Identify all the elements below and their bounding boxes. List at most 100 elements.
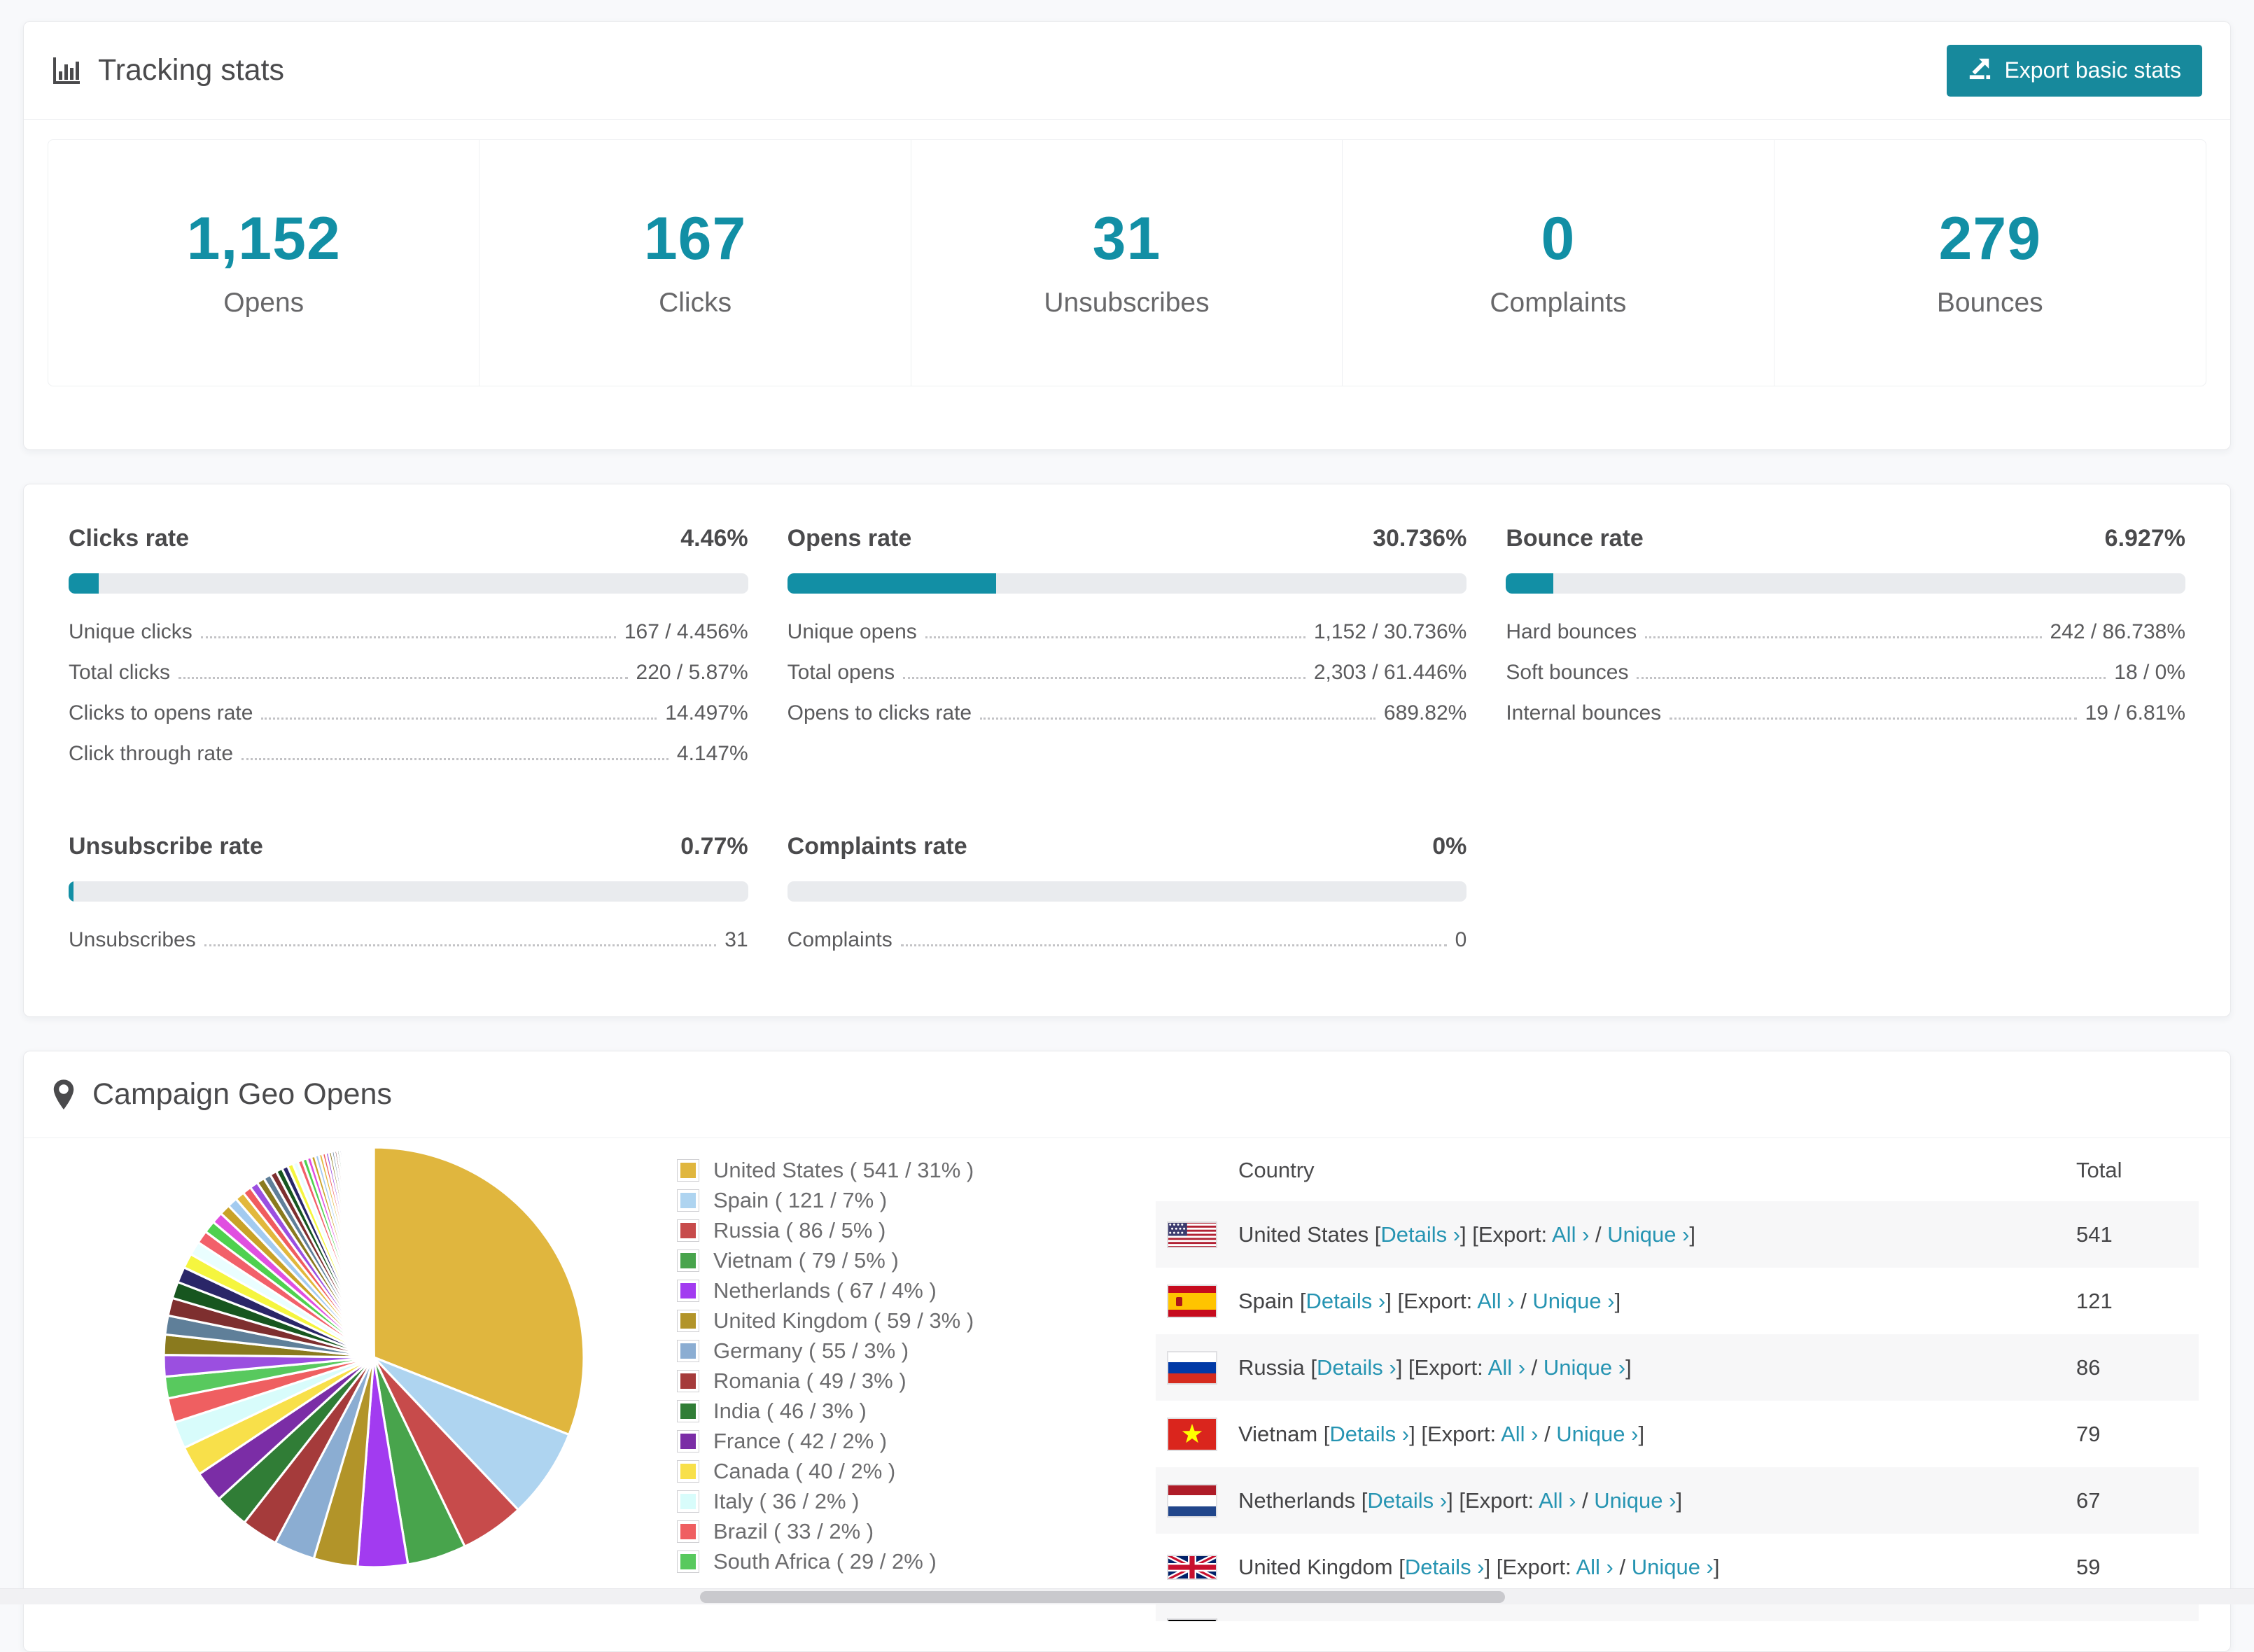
dotted-leader	[901, 944, 1447, 946]
stat-label: Clicks	[479, 288, 910, 318]
legend-swatch-icon	[677, 1159, 699, 1182]
export-all-link[interactable]: All ›	[1488, 1355, 1525, 1380]
legend-item[interactable]: South Africa ( 29 / 2% )	[677, 1546, 974, 1576]
export-basic-stats-button[interactable]: Export basic stats	[1947, 45, 2202, 97]
rate-row-value: 2,303 / 61.446%	[1314, 661, 1467, 685]
legend-item[interactable]: Spain ( 121 / 7% )	[677, 1185, 974, 1215]
legend-item[interactable]: India ( 46 / 3% )	[677, 1396, 974, 1426]
flag-ru-icon	[1167, 1351, 1217, 1385]
export-all-link[interactable]: All ›	[1501, 1422, 1538, 1446]
country-name: United States	[1238, 1222, 1375, 1247]
rate-row: Clicks to opens rate14.497%	[69, 701, 748, 742]
rate-row: Total clicks220 / 5.87%	[69, 661, 748, 701]
legend-label: Netherlands ( 67 / 4% )	[713, 1278, 937, 1303]
page-title: Tracking stats	[52, 53, 284, 88]
rate-row: Unique opens 1,152 / 30.736%	[788, 620, 1467, 661]
rate-row: Click through rate4.147%	[69, 742, 748, 783]
rate-progress-fill	[69, 881, 74, 902]
legend-item[interactable]: Russia ( 86 / 5% )	[677, 1215, 974, 1245]
rate-row-label: Unique opens	[788, 620, 917, 644]
export-all-link[interactable]: All ›	[1477, 1289, 1514, 1313]
legend-item[interactable]: Italy ( 36 / 2% )	[677, 1486, 974, 1516]
total-cell: 541	[2024, 1201, 2199, 1268]
stat-label: Bounces	[1774, 288, 2206, 318]
legend-item[interactable]: United Kingdom ( 59 / 3% )	[677, 1306, 974, 1336]
tracking-stats-page: Tracking stats Export basic stats 1,152O…	[0, 0, 2254, 1652]
rate-row-label: Click through rate	[69, 742, 233, 766]
rate-value: 0.77%	[680, 833, 748, 860]
rate-rows: Hard bounces242 / 86.738%Soft bounces18 …	[1506, 620, 2185, 742]
legend-item[interactable]: Canada ( 40 / 2% )	[677, 1456, 974, 1486]
geo-table-header-row: CountryTotal	[1156, 1144, 2199, 1201]
legend-item[interactable]: Netherlands ( 67 / 4% )	[677, 1275, 974, 1306]
details-link[interactable]: Details ›	[1306, 1289, 1386, 1313]
export-unique-link[interactable]: Unique ›	[1567, 1621, 1648, 1622]
rate-head: Clicks rate 4.46%	[69, 525, 748, 552]
rate-rows: Unique opens 1,152 / 30.736% Total opens2,…	[788, 620, 1467, 742]
rates-grid: Clicks rate 4.46% Unique clicks167 / 4.456…	[69, 525, 2185, 969]
export-unique-link[interactable]: Unique ›	[1607, 1222, 1689, 1247]
rate-row-value: 242 / 86.738%	[2050, 620, 2186, 644]
legend-item[interactable]: United States ( 541 / 31% )	[677, 1155, 974, 1185]
details-link[interactable]: Details ›	[1340, 1621, 1420, 1622]
export-unique-link[interactable]: Unique ›	[1544, 1355, 1625, 1380]
country-name: Russia	[1238, 1355, 1310, 1380]
summary-stats-body: 1,152Opens167Clicks31Unsubscribes0Compla…	[24, 120, 2230, 449]
rate-row: Unique clicks167 / 4.456%	[69, 620, 748, 661]
export-all-link[interactable]: All ›	[1539, 1488, 1576, 1513]
country-cell: United States [Details ›] [Export: All ›…	[1238, 1201, 2024, 1268]
details-link[interactable]: Details ›	[1367, 1488, 1447, 1513]
geo-pie-chart	[160, 1144, 587, 1651]
details-link[interactable]: Details ›	[1329, 1422, 1409, 1446]
dotted-leader	[241, 758, 668, 760]
details-link[interactable]: Details ›	[1317, 1355, 1396, 1380]
dotted-leader	[204, 944, 717, 946]
stat-value: 1,152	[48, 204, 479, 274]
column-header-total: Total	[2024, 1144, 2199, 1201]
rate-progress-fill	[69, 573, 99, 594]
legend-item[interactable]: Germany ( 55 / 3% )	[677, 1336, 974, 1366]
rate-row-value: 220 / 5.87%	[636, 661, 748, 685]
flag-us-icon	[1167, 1222, 1217, 1248]
details-link[interactable]: Details ›	[1405, 1555, 1485, 1579]
legend-label: Brazil ( 33 / 2% )	[713, 1519, 874, 1544]
rate-title: Clicks rate	[69, 525, 189, 552]
column-header-flag	[1156, 1144, 1238, 1201]
dotted-leader	[903, 677, 1306, 679]
export-all-link[interactable]: All ›	[1511, 1621, 1548, 1622]
summary-stats-grid: 1,152Opens167Clicks31Unsubscribes0Compla…	[48, 139, 2206, 386]
rate-row-value: 1,152 / 30.736%	[1314, 620, 1467, 644]
horizontal-scrollbar-thumb[interactable]	[700, 1591, 1505, 1603]
export-all-link[interactable]: All ›	[1552, 1222, 1589, 1247]
rate-title: Bounce rate	[1506, 525, 1644, 552]
legend-item[interactable]: Romania ( 49 / 3% )	[677, 1366, 974, 1396]
legend-item[interactable]: Brazil ( 33 / 2% )	[677, 1516, 974, 1546]
rate-row: Total opens2,303 / 61.446%	[788, 661, 1467, 701]
legend-label: Spain ( 121 / 7% )	[713, 1188, 887, 1213]
rate-value: 0%	[1432, 833, 1466, 860]
export-unique-link[interactable]: Unique ›	[1632, 1555, 1714, 1579]
legend-swatch-icon	[677, 1219, 699, 1242]
export-unique-link[interactable]: Unique ›	[1556, 1422, 1638, 1446]
details-link[interactable]: Details ›	[1380, 1222, 1460, 1247]
legend-label: Italy ( 36 / 2% )	[713, 1489, 859, 1514]
rate-row: Opens to clicks rate689.82%	[788, 701, 1467, 742]
legend-swatch-icon	[677, 1550, 699, 1573]
legend-item[interactable]: Vietnam ( 79 / 5% )	[677, 1245, 974, 1275]
export-all-link[interactable]: All ›	[1576, 1555, 1613, 1579]
legend-item[interactable]: France ( 42 / 2% )	[677, 1426, 974, 1456]
country-cell: Netherlands [Details ›] [Export: All › /…	[1238, 1467, 2024, 1534]
rate-title: Complaints rate	[788, 833, 967, 860]
legend-swatch-icon	[677, 1490, 699, 1513]
export-unique-link[interactable]: Unique ›	[1532, 1289, 1614, 1313]
total-cell: 67	[2024, 1467, 2199, 1534]
country-cell: Spain [Details ›] [Export: All › / Uniqu…	[1238, 1268, 2024, 1334]
legend-label: United States ( 541 / 31% )	[713, 1158, 974, 1183]
flag-cell	[1156, 1401, 1238, 1467]
export-unique-link[interactable]: Unique ›	[1594, 1488, 1676, 1513]
legend-swatch-icon	[677, 1430, 699, 1452]
legend-label: France ( 42 / 2% )	[713, 1429, 887, 1454]
country-name: Germany	[1238, 1621, 1334, 1622]
rate-row-value: 18 / 0%	[2114, 661, 2185, 685]
rate-value: 4.46%	[680, 525, 748, 552]
